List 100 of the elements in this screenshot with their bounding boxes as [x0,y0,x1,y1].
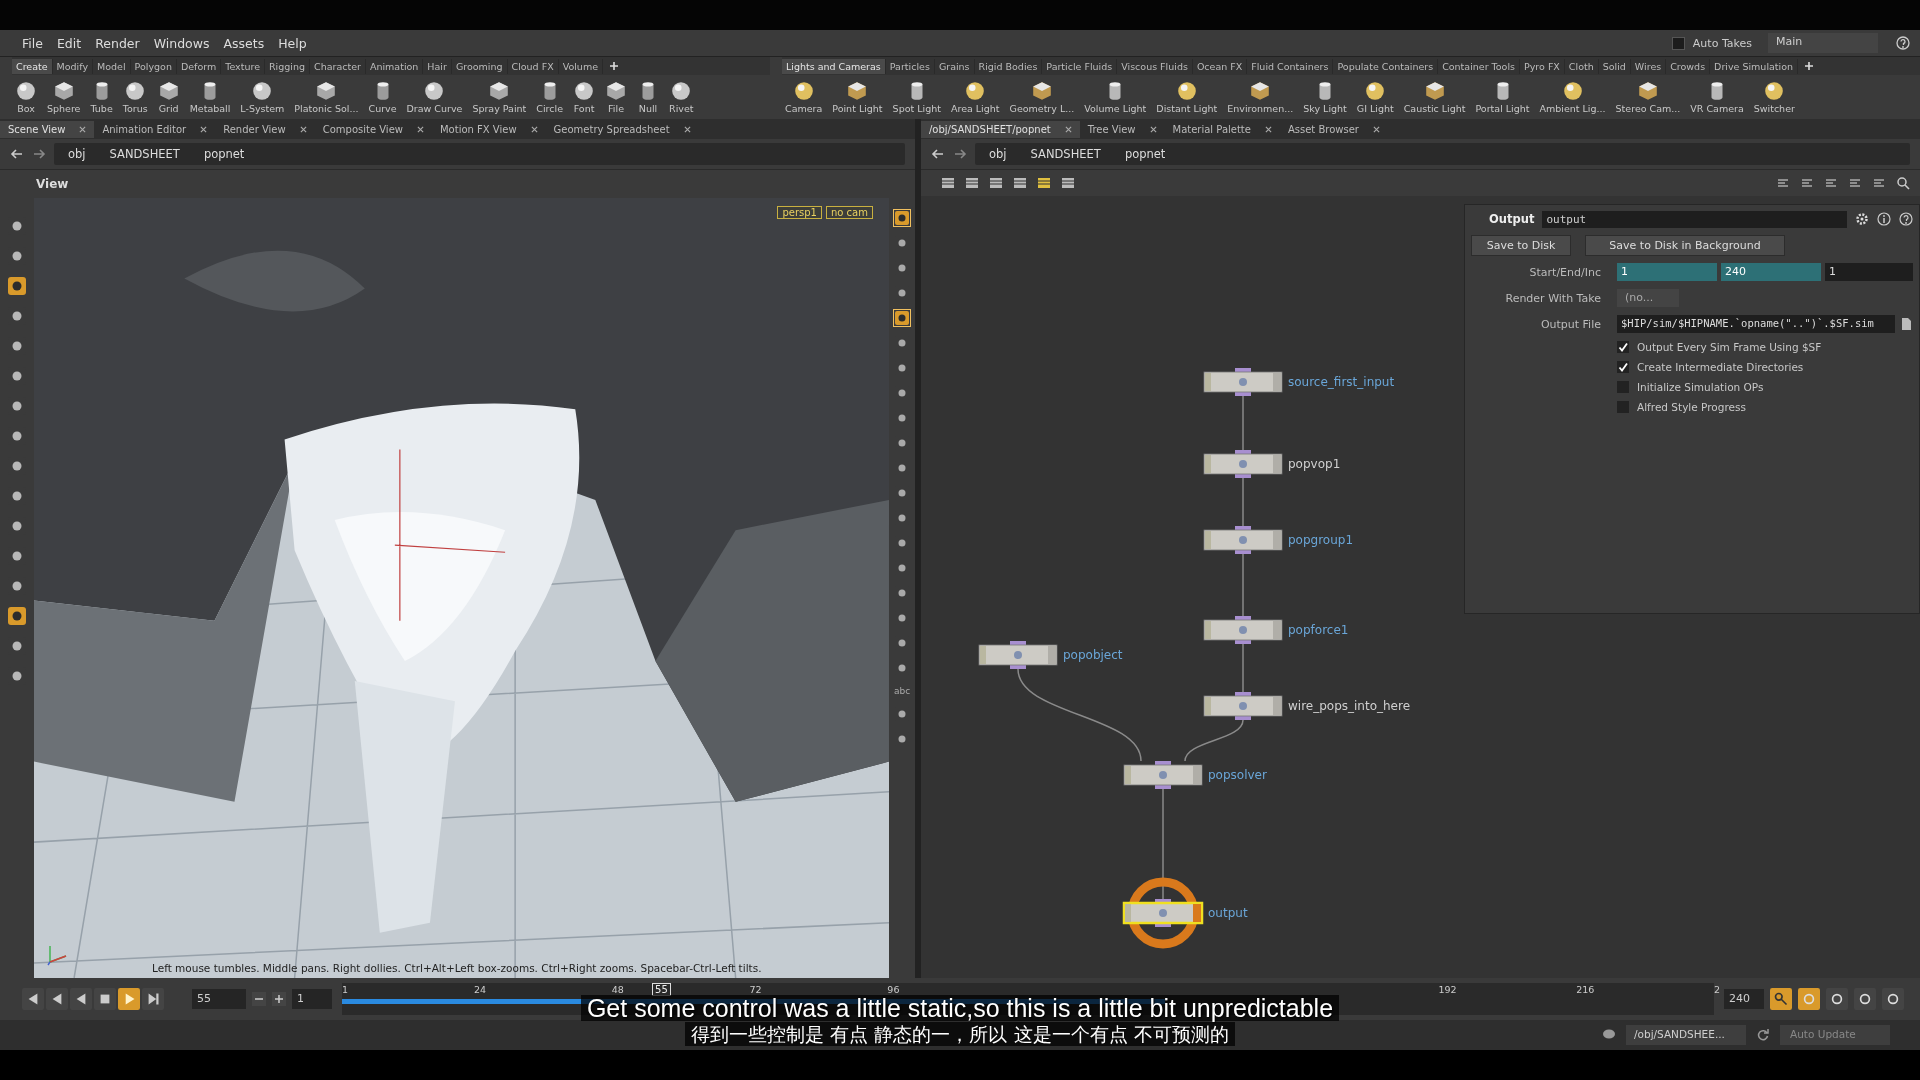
shelf-tab[interactable]: Container Tools [1438,58,1520,74]
close-icon[interactable] [299,125,307,133]
close-icon[interactable] [416,125,424,133]
shelf-tool[interactable]: VR Camera [1687,80,1747,114]
shelf-tool[interactable]: Box [12,80,40,114]
node-name-field[interactable]: output [1542,210,1847,228]
menu-item[interactable]: Render [95,35,140,51]
path-segment[interactable]: popnet [203,147,245,161]
end-frame-field[interactable]: 240 [1724,989,1764,1009]
list-icon[interactable] [1013,176,1027,190]
help-icon[interactable] [1896,36,1910,50]
shelf-tool[interactable]: Tube [87,80,116,114]
minus-icon[interactable] [252,992,266,1006]
take-dropdown[interactable]: (no... [1617,289,1679,307]
shelf-tool[interactable]: Point Light [829,80,886,114]
shelf-tool[interactable]: Rivet [666,80,697,114]
tool-icon[interactable] [894,210,910,226]
menu-item[interactable]: Assets [223,35,265,51]
close-icon[interactable] [79,125,87,133]
shelf-tab[interactable]: Grains [934,58,975,74]
shelf-tab[interactable]: Grooming [451,58,508,74]
shelf-tool[interactable]: L-System [237,80,288,114]
shelf-tool[interactable]: Portal Light [1472,80,1533,114]
shelf-tool[interactable]: Area Light [947,80,1003,114]
shelf-tab[interactable]: Particles [885,58,935,74]
shelf-tool[interactable]: Curve [365,80,400,114]
shelf-tool[interactable]: Circle [533,80,567,114]
shelf-tab[interactable]: Rigid Bodies [974,58,1043,74]
menu-item[interactable]: File [22,35,43,51]
menu-item[interactable]: Windows [153,35,210,51]
shelf-tool[interactable]: File [602,80,631,114]
close-icon[interactable] [683,125,691,133]
pane-tab[interactable]: /obj/SANDSHEET/popnet [921,120,1080,138]
timeline-option-icon[interactable] [1826,988,1848,1010]
shelf-tool[interactable]: Switcher [1750,80,1798,114]
shelf-tab[interactable]: Create [12,58,53,74]
network-node[interactable] [978,641,1058,669]
shelf-tool[interactable]: Sky Light [1300,80,1350,114]
shelf-tool[interactable]: Volume Light [1081,80,1150,114]
pane-tab[interactable]: Scene View [0,120,95,138]
close-icon[interactable] [1264,125,1272,133]
path-segment[interactable]: popnet [1124,147,1166,161]
tool-icon[interactable] [7,606,27,626]
path-segment[interactable]: obj [989,147,1007,161]
start-frame-field[interactable]: 1 [292,989,332,1009]
list-icon[interactable] [1061,176,1075,190]
shelf-tool[interactable]: Platonic Sol... [291,80,362,114]
list-icon[interactable] [965,176,979,190]
shelf-tab[interactable]: Hair [423,58,452,74]
network-node[interactable] [1203,692,1283,720]
pane-tab[interactable]: Asset Browser [1279,120,1388,138]
forward-icon[interactable] [953,147,967,161]
text-tool[interactable]: abc [892,685,912,697]
shelf-tab[interactable]: Solid [1598,58,1631,74]
close-icon[interactable] [200,125,208,133]
shelf-tool[interactable]: Geometry L... [1006,80,1078,114]
network-node[interactable] [1203,368,1283,396]
shelf-tab[interactable]: Deform [176,58,222,74]
shelf-tool[interactable]: Metaball [186,80,234,114]
timeline-option-icon[interactable] [1882,988,1904,1010]
shelf-tab[interactable]: Model [93,58,131,74]
shelf-tab[interactable]: Rigging [265,58,310,74]
network-node[interactable] [1122,899,1204,927]
take-dropdown[interactable]: Main [1768,33,1878,53]
close-icon[interactable] [1149,125,1157,133]
shelf-tool[interactable]: Font [570,80,599,114]
number-field[interactable]: 1 [1825,263,1913,281]
checkbox[interactable] [1617,401,1629,413]
shelf-tool[interactable]: Spray Paint [469,80,530,114]
search-icon[interactable] [1896,176,1910,190]
shelf-tab[interactable]: Lights and Cameras [782,58,886,74]
close-icon[interactable] [1064,125,1072,133]
pane-tab[interactable]: Tree View [1079,120,1165,138]
list-icon[interactable] [989,176,1003,190]
number-field[interactable]: 240 [1721,263,1821,281]
network-node[interactable] [1203,526,1283,554]
shelf-tool[interactable]: Torus [119,80,151,114]
shelf-tool[interactable]: Spot Light [889,80,944,114]
shelf-tab[interactable]: Animation [365,58,424,74]
path-bar[interactable]: obj SANDSHEET popnet [975,143,1910,165]
shelf-tool[interactable]: Camera [782,80,826,114]
pane-tab[interactable]: Render View [215,120,315,138]
menu-item[interactable]: Edit [56,35,82,51]
path-bar[interactable]: obj SANDSHEET popnet [54,143,905,165]
plus-icon[interactable] [272,992,286,1006]
playback-icon[interactable] [142,988,164,1010]
list-icon[interactable] [941,176,955,190]
shelf-tab[interactable]: Pyro FX [1520,58,1565,74]
shelf-tab[interactable]: Character [310,58,366,74]
shelf-tab[interactable]: Crowds [1666,58,1711,74]
shelf-tab[interactable]: Drive Simulation [1710,58,1799,74]
shelf-tool[interactable]: Distant Light [1153,80,1221,114]
shelf-tab[interactable]: Fluid Containers [1247,58,1334,74]
shelf-tab[interactable]: Cloud FX [507,58,559,74]
playback-icon[interactable] [46,988,68,1010]
playback-icon[interactable] [70,988,92,1010]
add-tab-icon[interactable] [1804,61,1815,71]
back-icon[interactable] [10,147,24,161]
shelf-tool[interactable]: GI Light [1353,80,1397,114]
shelf-tab[interactable]: Viscous Fluids [1117,58,1193,74]
